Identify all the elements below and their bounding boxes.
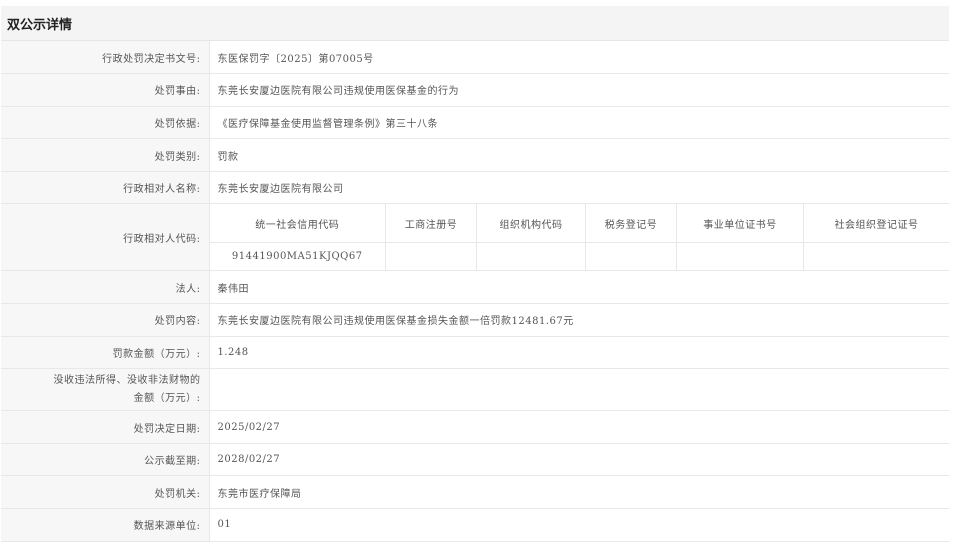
row-fine-amount: 罚款金额（万元）: 1.248 bbox=[1, 336, 949, 370]
field-value: 2025/02/27 bbox=[209, 410, 949, 444]
codes-column-header: 统一社会信用代码 bbox=[209, 204, 386, 243]
row-penalty-reason: 处罚事由: 东莞长安厦边医院有限公司违规使用医保基金的行为 bbox=[1, 73, 949, 107]
codes-table: 统一社会信用代码 工商注册号 组织机构代码 税务登记号 事业单位证书号 社会组织… bbox=[209, 204, 950, 271]
field-label: 法人: bbox=[1, 270, 210, 305]
field-value: 《医疗保障基金使用监督管理条例》第三十八条 bbox=[209, 106, 949, 140]
row-penalty-authority: 处罚机关: 东莞市医疗保障局 bbox=[1, 475, 949, 510]
field-value: 1.248 bbox=[209, 336, 949, 370]
detail-header: 双公示详情 bbox=[1, 6, 949, 41]
codes-value bbox=[385, 242, 477, 271]
codes-cell: 统一社会信用代码 工商注册号 组织机构代码 税务登记号 事业单位证书号 社会组织… bbox=[209, 203, 950, 272]
row-penalty-basis: 处罚依据: 《医疗保障基金使用监督管理条例》第三十八条 bbox=[1, 106, 949, 140]
field-label: 处罚类别: bbox=[1, 138, 210, 172]
field-value: 东莞长安厦边医院有限公司违规使用医保基金的行为 bbox=[209, 73, 949, 107]
codes-value bbox=[676, 242, 804, 271]
field-label: 没收违法所得、没收非法财物的 金额（万元）: bbox=[1, 368, 210, 412]
codes-value: 91441900MA51KJQQ67 bbox=[209, 242, 386, 271]
row-legal-person: 法人: 秦伟田 bbox=[1, 270, 949, 305]
field-value bbox=[209, 368, 949, 412]
row-penalty-type: 处罚类别: 罚款 bbox=[1, 138, 949, 172]
codes-value bbox=[585, 242, 677, 271]
codes-column-header: 社会组织登记证号 bbox=[803, 204, 949, 243]
label-line: 没收违法所得、没收非法财物的 bbox=[53, 374, 201, 386]
row-party-codes: 行政相对人代码: 统一社会信用代码 工商注册号 组织机构代码 税务登记号 事业单… bbox=[1, 203, 950, 272]
codes-value bbox=[476, 242, 586, 271]
detail-page: 双公示详情 行政处罚决定书文号: 东医保罚字〔2025〕第07005号 处罚事由… bbox=[1, 6, 949, 554]
field-value: 东莞长安厦边医院有限公司违规使用医保基金损失金额一倍罚款12481.67元 bbox=[209, 303, 949, 337]
field-label: 公示截至期: bbox=[1, 443, 210, 477]
codes-column-header: 工商注册号 bbox=[385, 204, 477, 243]
field-value: 东医保罚字〔2025〕第07005号 bbox=[209, 41, 949, 75]
field-label: 处罚依据: bbox=[1, 106, 210, 140]
codes-column-header: 税务登记号 bbox=[585, 204, 677, 243]
field-label: 行政相对人代码: bbox=[1, 203, 210, 272]
row-decision-date: 处罚决定日期: 2025/02/27 bbox=[1, 410, 949, 444]
field-value: 罚款 bbox=[209, 138, 949, 172]
row-party-name: 行政相对人名称: 东莞长安厦边医院有限公司 bbox=[1, 171, 949, 205]
codes-header-row: 统一社会信用代码 工商注册号 组织机构代码 税务登记号 事业单位证书号 社会组织… bbox=[209, 204, 949, 243]
field-label: 行政相对人名称: bbox=[1, 171, 210, 205]
field-label: 处罚决定日期: bbox=[1, 410, 210, 444]
row-publicity-deadline: 公示截至期: 2028/02/27 bbox=[1, 443, 949, 477]
field-value: 秦伟田 bbox=[209, 270, 949, 305]
row-penalty-content: 处罚内容: 东莞长安厦边医院有限公司违规使用医保基金损失金额一倍罚款12481.… bbox=[1, 303, 949, 337]
page-title: 双公示详情 bbox=[7, 17, 73, 33]
label-line: 金额（万元）: bbox=[133, 392, 201, 404]
codes-column-header: 事业单位证书号 bbox=[676, 204, 804, 243]
row-data-source: 数据来源单位: 01 bbox=[1, 508, 949, 542]
field-label: 数据来源单位: bbox=[1, 508, 210, 542]
codes-value-row: 91441900MA51KJQQ67 bbox=[209, 242, 950, 271]
field-value: 01 bbox=[209, 508, 949, 542]
field-label: 处罚事由: bbox=[1, 73, 210, 107]
field-label: 处罚机关: bbox=[1, 475, 210, 510]
field-label: 行政处罚决定书文号: bbox=[1, 41, 210, 75]
field-label: 罚款金额（万元）: bbox=[1, 336, 210, 370]
field-label: 处罚内容: bbox=[1, 303, 210, 337]
row-decision-number: 行政处罚决定书文号: 东医保罚字〔2025〕第07005号 bbox=[1, 41, 949, 75]
field-value: 东莞市医疗保障局 bbox=[209, 475, 949, 510]
detail-table: 行政处罚决定书文号: 东医保罚字〔2025〕第07005号 处罚事由: 东莞长安… bbox=[1, 41, 949, 542]
codes-column-header: 组织机构代码 bbox=[476, 204, 586, 243]
field-value: 东莞长安厦边医院有限公司 bbox=[209, 171, 949, 205]
field-value: 2028/02/27 bbox=[209, 443, 949, 477]
codes-value bbox=[804, 242, 950, 270]
row-confiscation-amount: 没收违法所得、没收非法财物的 金额（万元）: bbox=[1, 368, 949, 412]
